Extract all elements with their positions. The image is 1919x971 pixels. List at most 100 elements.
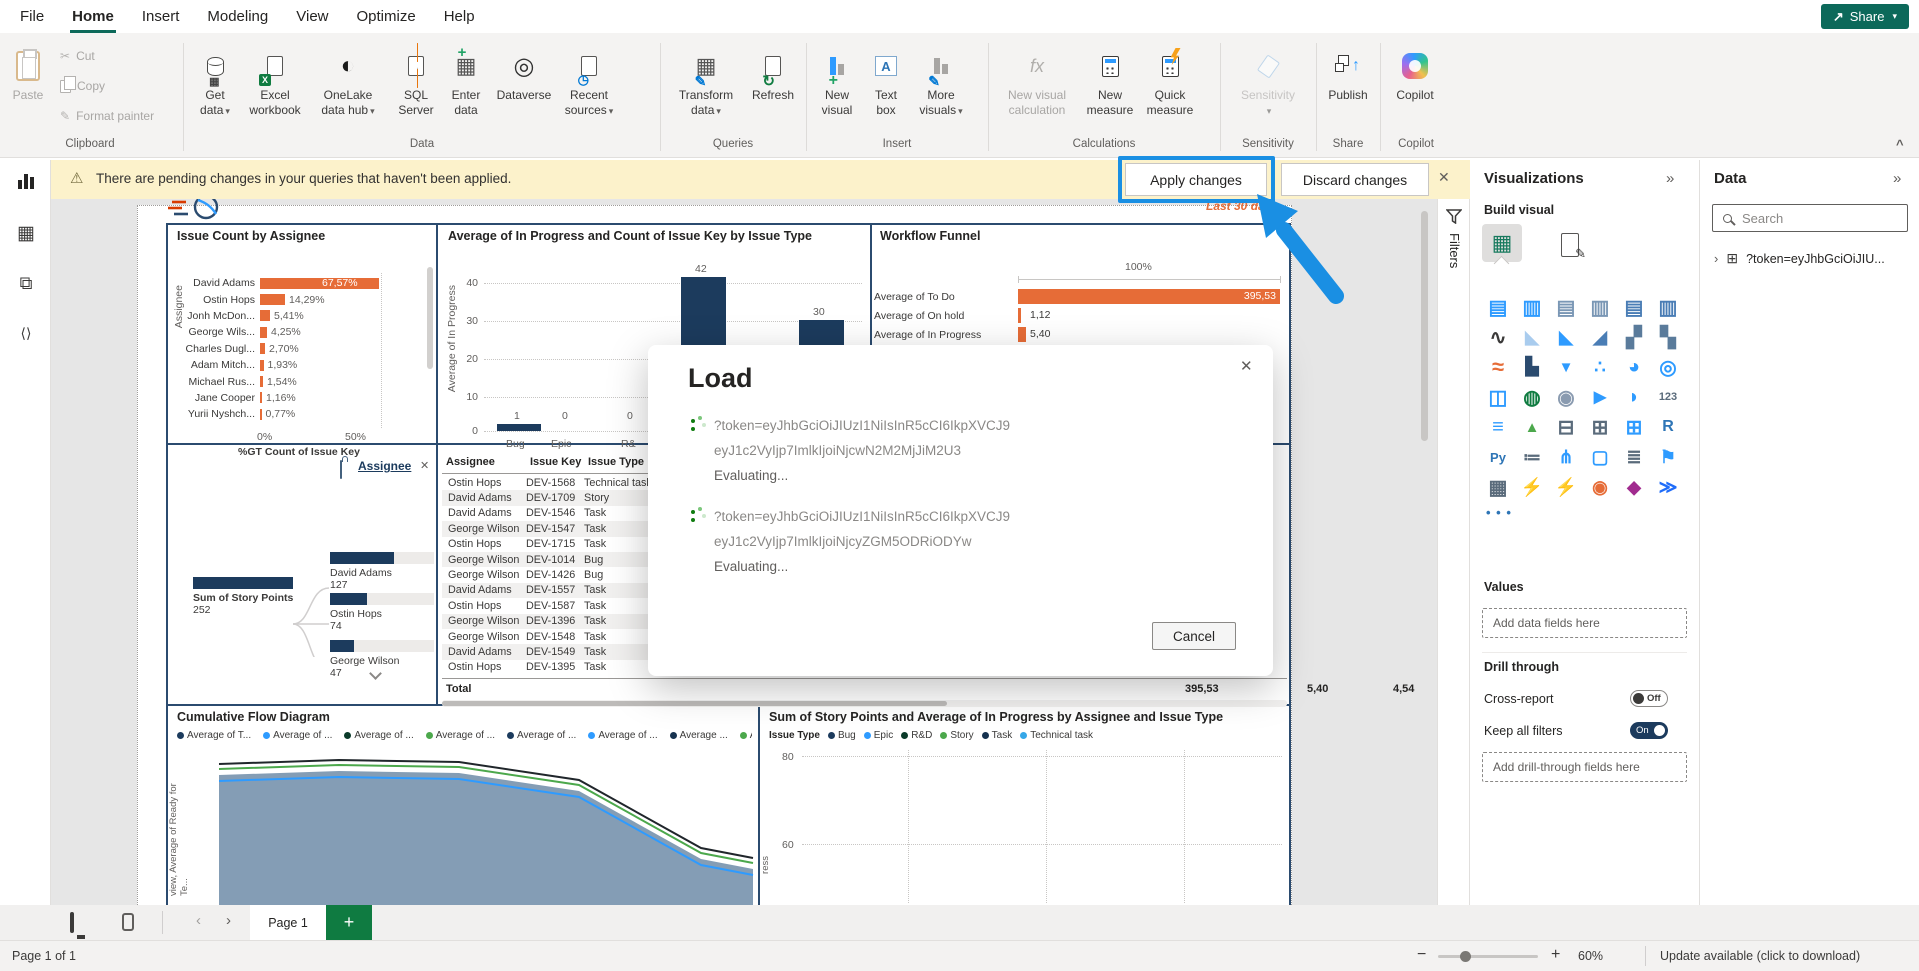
zoom-out-button[interactable]: − [1417,946,1426,964]
pie-chart[interactable]: ◕ [1617,352,1651,382]
funnel-bar[interactable] [1018,308,1021,323]
bar-row[interactable]: Michael Rus... 1,54% [182,373,379,389]
filled-map[interactable]: ◉ [1549,382,1583,412]
r-script-visual[interactable]: R [1651,412,1685,442]
100-stacked-area-chart[interactable]: ◢ [1583,322,1617,352]
format-visual-tab[interactable]: ✎ [1550,226,1590,264]
table[interactable]: ⊞ [1583,412,1617,442]
menu-item[interactable]: Optimize [343,2,430,31]
scatter-chart[interactable]: ∴ [1583,352,1617,382]
page-tab[interactable]: Page 1 [250,905,326,940]
button-slicer[interactable]: ⚡ [1549,472,1583,502]
100-stacked-bar-chart[interactable]: ▤ [1617,292,1651,322]
q-and-a[interactable]: ▢ [1583,442,1617,472]
discard-changes-button[interactable]: Discard changes [1281,163,1429,196]
publish-button[interactable]: ↑ Publish [1322,40,1374,136]
enter-data-button[interactable]: ▦ + Enterdata [442,40,490,136]
card[interactable]: 123 [1651,382,1685,412]
menu-item[interactable]: Modeling [193,2,282,31]
bar[interactable] [260,360,264,371]
100-stacked-column-chart[interactable]: ▥ [1651,292,1685,322]
expand-chevron-icon[interactable]: › [1714,251,1718,266]
matrix[interactable]: ⊞ [1617,412,1651,442]
apply-changes-button[interactable]: Apply changes [1125,163,1267,196]
funnel-row[interactable]: Average of In Progress 5,40 [874,325,1282,344]
legend-item[interactable]: Story [940,730,973,741]
quick-measure-button[interactable]: Quickmeasure [1140,40,1200,136]
zoom-slider-track[interactable] [1438,955,1538,958]
bar-row[interactable]: Adam Mitch... 1,93% [182,357,379,373]
paginated-report[interactable]: ▦ [1481,472,1515,502]
filters-collapsed-pane[interactable]: Filters [1437,199,1470,905]
new-visual-button[interactable]: + Newvisual [812,40,862,136]
share-button[interactable]: ↗ Share ▾ [1821,4,1909,29]
more-visuals-button[interactable]: ✎ More visuals▾ [910,40,972,136]
bar[interactable] [260,310,270,321]
text-box-button[interactable]: A Textbox [864,40,908,136]
legend-item[interactable]: Bug [828,730,856,741]
legend-item[interactable]: Average ... [670,730,728,741]
transform-data-button[interactable]: ▦ ✎ Transform data▾ [668,40,744,136]
new-visual-calculation-button[interactable]: fx New visualcalculation [994,40,1080,136]
smart-narrative[interactable]: ≣ [1617,442,1651,472]
tree-root-node[interactable]: Sum of Story Points 252 [193,577,293,616]
bar-row[interactable]: David Adams 67,57% [182,275,379,291]
collapse-pane-icon[interactable]: » [1666,170,1674,187]
menu-item[interactable]: Help [430,2,489,31]
sensitivity-button[interactable]: Sensitivity▾ [1226,40,1310,136]
column-header[interactable]: Issue Key [530,456,581,468]
slicer[interactable]: ⊟ [1549,412,1583,442]
keep-all-filters-toggle[interactable]: On [1630,722,1668,739]
bar[interactable] [260,343,265,354]
column-header[interactable]: Assignee [446,456,495,468]
format-painter-button[interactable]: ✎Format painter [60,109,154,123]
clustered-column-chart[interactable]: ▥ [1583,292,1617,322]
add-drill-through-fields-well[interactable]: Add drill-through fields here [1482,752,1687,782]
legend-item[interactable]: Average of ... [426,730,495,741]
cut-button[interactable]: ✂Cut [60,49,95,63]
area-chart[interactable]: ◣ [1515,322,1549,352]
dax-query-view-icon[interactable]: ⟨⟩ [13,320,39,346]
banner-close-icon[interactable]: ✕ [1438,169,1450,186]
menu-item[interactable]: File [6,2,58,31]
collapse-pane-icon[interactable]: » [1893,170,1901,187]
legend-item[interactable]: Average of T... [177,730,251,741]
desktop-view-icon[interactable] [70,912,74,933]
onelake-data-hub-button[interactable]: ◐ OneLake data hub▾ [308,40,388,136]
clustered-bar-chart[interactable]: ▤ [1549,292,1583,322]
treemap[interactable]: ◫ [1481,382,1515,412]
donut-chart[interactable]: ◎ [1651,352,1685,382]
copy-button[interactable]: Copy [60,79,105,93]
stacked-area-chart[interactable]: ◣ [1549,322,1583,352]
canvas-scrollbar[interactable] [1421,211,1428,441]
line-and-stacked-column-chart[interactable]: ▞ [1617,322,1651,352]
add-data-fields-well[interactable]: Add data fields here [1482,608,1687,638]
legend-item[interactable]: Task [982,730,1013,741]
bar[interactable] [260,409,262,420]
tree-level-header[interactable]: Assignee [358,459,411,473]
gauge[interactable]: ◗ [1617,382,1651,412]
azure-map[interactable]: ▶ [1583,382,1617,412]
legend-item[interactable]: Average of ... [507,730,576,741]
legend-item[interactable]: Epic [864,730,893,741]
zoom-in-button[interactable]: + [1551,946,1560,964]
next-page-chevron[interactable]: › [226,912,231,929]
multi-row-card[interactable]: ≡ [1481,412,1515,442]
bar[interactable] [260,294,285,305]
refresh-button[interactable]: ↻ Refresh [746,40,800,136]
collapse-ribbon-chevron[interactable]: ^ [1896,137,1904,152]
power-apps[interactable]: ◆ [1617,472,1651,502]
legend-item[interactable]: R&D [901,730,932,741]
dataverse-button[interactable]: ◎ Dataverse [492,40,556,136]
visual-decomposition-tree[interactable]: Assignee ✕ Sum of Story Points 252 Dav [168,447,436,704]
report-view-icon[interactable] [13,168,39,194]
bar[interactable] [260,376,263,387]
visual-scatter-story-points[interactable]: Sum of Story Points and Average of In Pr… [760,706,1289,905]
update-available-link[interactable]: Update available (click to download) [1660,949,1860,963]
menu-item[interactable]: Insert [128,2,194,31]
line-and-clustered-column-chart[interactable]: ▚ [1651,322,1685,352]
funnel-bar[interactable] [1018,327,1026,342]
funnel-row[interactable]: Average of On hold 1,12 [874,306,1282,325]
bar[interactable] [260,327,267,338]
bar-row[interactable]: Jane Cooper 1,16% [182,390,379,406]
